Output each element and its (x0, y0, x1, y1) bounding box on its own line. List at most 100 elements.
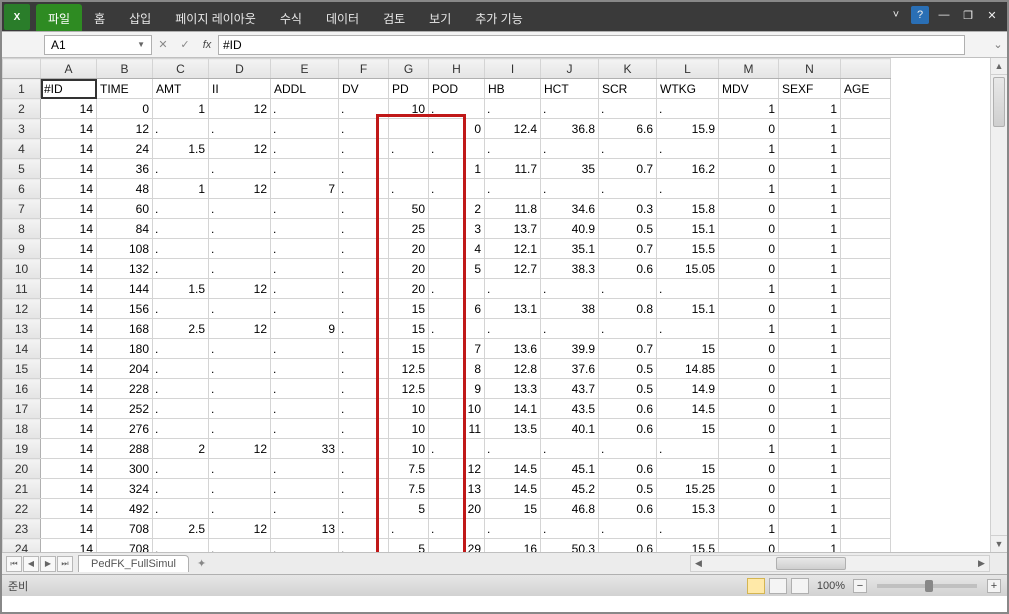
view-page-layout-icon[interactable] (769, 578, 787, 594)
column-header[interactable]: G (389, 59, 429, 79)
data-cell[interactable]: 1 (779, 339, 841, 359)
data-cell[interactable]: . (271, 399, 339, 419)
data-cell[interactable]: 14 (41, 379, 97, 399)
header-cell[interactable]: DV (339, 79, 389, 99)
data-cell[interactable]: 12.7 (485, 259, 541, 279)
data-cell[interactable]: . (153, 459, 209, 479)
data-cell[interactable]: 108 (97, 239, 153, 259)
data-cell[interactable]: . (209, 379, 271, 399)
data-cell[interactable]: 11 (429, 419, 485, 439)
data-cell[interactable]: 0.5 (599, 359, 657, 379)
column-header[interactable]: D (209, 59, 271, 79)
data-cell[interactable]: . (271, 119, 339, 139)
data-cell[interactable]: 1 (779, 299, 841, 319)
data-cell[interactable]: 1 (153, 99, 209, 119)
data-cell[interactable]: . (599, 139, 657, 159)
data-cell[interactable] (841, 519, 891, 539)
data-cell[interactable]: 1 (153, 179, 209, 199)
data-cell[interactable]: 40.9 (541, 219, 599, 239)
data-cell[interactable]: 1 (429, 159, 485, 179)
data-cell[interactable]: 14.9 (657, 379, 719, 399)
data-cell[interactable]: 2 (153, 439, 209, 459)
select-all-corner[interactable] (3, 59, 41, 79)
data-cell[interactable]: . (599, 99, 657, 119)
data-cell[interactable]: . (339, 179, 389, 199)
data-cell[interactable]: 45.2 (541, 479, 599, 499)
data-cell[interactable]: 1 (779, 219, 841, 239)
data-cell[interactable]: 15 (657, 459, 719, 479)
spreadsheet-grid[interactable]: ABCDEFGHIJKLMN1#IDTIMEAMTIIADDLDVPDPODHB… (2, 58, 1007, 552)
data-cell[interactable]: 14 (41, 299, 97, 319)
data-cell[interactable]: . (271, 459, 339, 479)
data-cell[interactable] (841, 419, 891, 439)
data-cell[interactable]: . (541, 279, 599, 299)
data-cell[interactable]: . (657, 99, 719, 119)
name-box-dropdown-icon[interactable]: ▼ (137, 40, 145, 49)
data-cell[interactable]: 132 (97, 259, 153, 279)
data-cell[interactable]: 14.5 (485, 479, 541, 499)
data-cell[interactable]: 43.7 (541, 379, 599, 399)
data-cell[interactable]: 12 (209, 139, 271, 159)
data-cell[interactable] (841, 279, 891, 299)
header-cell[interactable]: #ID (41, 79, 97, 99)
formula-input[interactable]: #ID (218, 35, 965, 55)
data-cell[interactable]: . (541, 439, 599, 459)
data-cell[interactable]: 13.1 (485, 299, 541, 319)
data-cell[interactable]: . (271, 239, 339, 259)
data-cell[interactable]: . (209, 459, 271, 479)
data-cell[interactable]: 0.7 (599, 159, 657, 179)
data-cell[interactable]: 9 (271, 319, 339, 339)
scroll-down-icon[interactable]: ▼ (991, 535, 1007, 552)
data-cell[interactable]: 0 (719, 259, 779, 279)
data-cell[interactable] (841, 179, 891, 199)
data-cell[interactable]: 13 (271, 519, 339, 539)
data-cell[interactable]: . (485, 319, 541, 339)
data-cell[interactable] (841, 199, 891, 219)
data-cell[interactable]: 0 (719, 339, 779, 359)
ribbon-tab-6[interactable]: 검토 (371, 4, 417, 31)
data-cell[interactable]: 180 (97, 339, 153, 359)
row-header[interactable]: 22 (3, 499, 41, 519)
data-cell[interactable]: 14 (41, 439, 97, 459)
data-cell[interactable]: 24 (97, 139, 153, 159)
data-cell[interactable]: 7 (429, 339, 485, 359)
data-cell[interactable]: 4 (429, 239, 485, 259)
data-cell[interactable]: 0.7 (599, 239, 657, 259)
data-cell[interactable]: . (271, 479, 339, 499)
data-cell[interactable]: . (339, 499, 389, 519)
data-cell[interactable]: . (339, 99, 389, 119)
column-header[interactable]: H (429, 59, 485, 79)
data-cell[interactable]: 12 (97, 119, 153, 139)
data-cell[interactable]: 0.5 (599, 379, 657, 399)
data-cell[interactable]: 0 (719, 239, 779, 259)
data-cell[interactable]: 14 (41, 259, 97, 279)
data-cell[interactable]: . (339, 359, 389, 379)
data-cell[interactable]: 14.1 (485, 399, 541, 419)
row-header[interactable]: 9 (3, 239, 41, 259)
data-cell[interactable]: 39.9 (541, 339, 599, 359)
horizontal-scrollbar[interactable]: ◀ ▶ (690, 555, 990, 572)
header-cell[interactable]: AMT (153, 79, 209, 99)
data-cell[interactable]: . (271, 159, 339, 179)
data-cell[interactable]: 14 (41, 339, 97, 359)
data-cell[interactable]: 33 (271, 439, 339, 459)
sheet-nav-prev-icon[interactable]: ◀ (23, 556, 39, 572)
data-cell[interactable] (841, 339, 891, 359)
data-cell[interactable]: 1 (719, 279, 779, 299)
data-cell[interactable]: . (339, 299, 389, 319)
data-cell[interactable]: 15 (657, 339, 719, 359)
data-cell[interactable] (841, 239, 891, 259)
column-header[interactable] (841, 59, 891, 79)
data-cell[interactable]: 14 (41, 539, 97, 553)
sheet-nav-next-icon[interactable]: ▶ (40, 556, 56, 572)
data-cell[interactable]: 12 (209, 519, 271, 539)
column-header[interactable]: F (339, 59, 389, 79)
data-cell[interactable]: 16.2 (657, 159, 719, 179)
data-cell[interactable]: . (153, 199, 209, 219)
row-header[interactable]: 18 (3, 419, 41, 439)
data-cell[interactable]: 1 (779, 359, 841, 379)
scroll-left-icon[interactable]: ◀ (691, 558, 706, 569)
data-cell[interactable]: 1 (719, 319, 779, 339)
formula-bar-expand-icon[interactable]: ⌄ (989, 38, 1007, 51)
data-cell[interactable]: 20 (389, 259, 429, 279)
